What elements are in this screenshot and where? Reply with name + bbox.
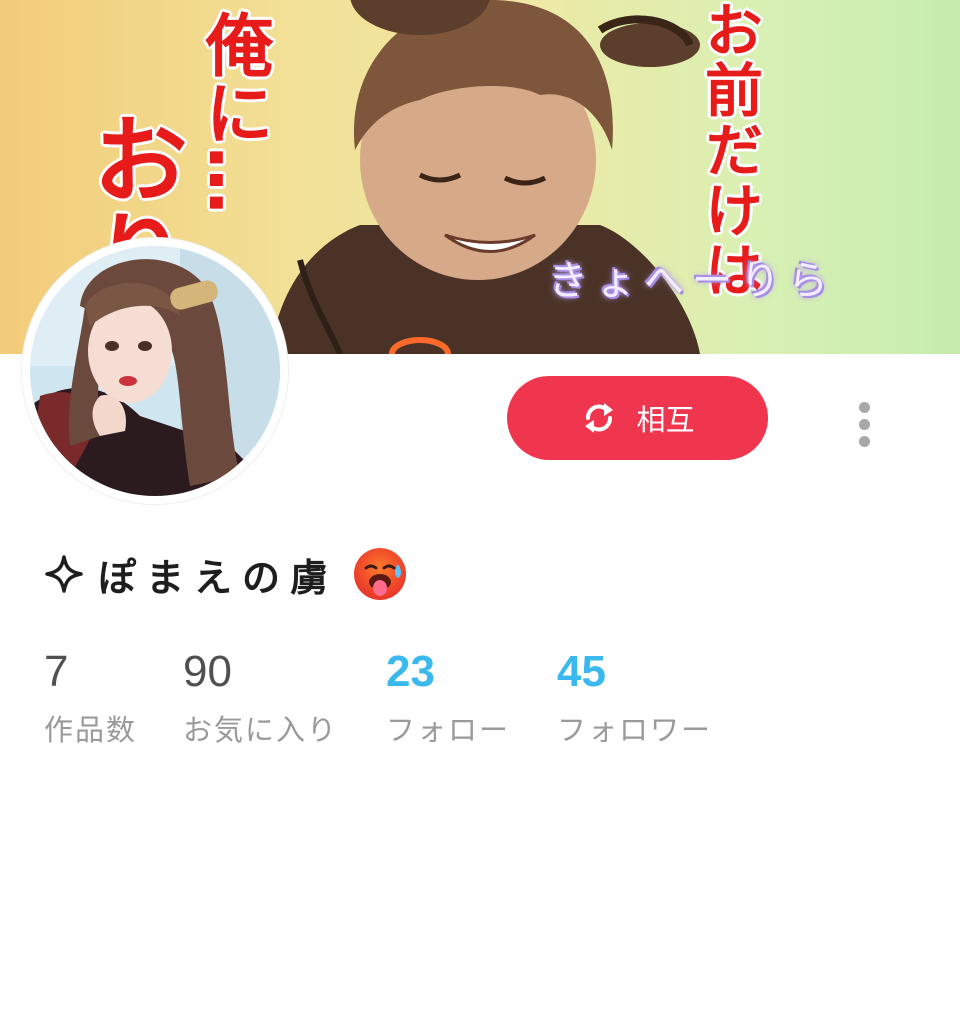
avatar-photo — [30, 246, 280, 496]
stat-favorites[interactable]: 90 お気に入り — [183, 646, 338, 750]
profile-page: お前だけは 俺に… おり きょへーりら 相互 ぽまえの虜 7 作品数 90 お気… — [0, 0, 960, 1032]
stat-favorites-label: お気に入り — [183, 713, 339, 747]
stat-works-value: 7 — [44, 647, 69, 696]
stat-followers-value: 45 — [557, 647, 606, 696]
more-options-button[interactable] — [846, 396, 882, 452]
hot-face-emoji-icon — [354, 548, 407, 600]
banner-caption-left: 俺に… — [193, 10, 272, 214]
stat-following-value: 23 — [386, 647, 435, 696]
vertical-dots-icon — [858, 401, 870, 413]
stat-followers-label: フォロワー — [557, 713, 713, 747]
mutual-follow-label: 相互 — [636, 403, 695, 437]
profile-name: ぽまえの虜 — [98, 555, 339, 600]
profile-name-row: ぽまえの虜 — [44, 544, 408, 604]
stat-followers[interactable]: 45 フォロワー — [557, 646, 712, 750]
avatar[interactable] — [22, 238, 288, 504]
stat-works[interactable]: 7 作品数 — [44, 646, 137, 750]
sparkle-icon — [45, 555, 83, 593]
vertical-dots-icon — [858, 418, 870, 430]
refresh-arrows-icon — [585, 403, 614, 433]
banner-signature: きょへーりら — [548, 258, 836, 304]
stat-favorites-value: 90 — [183, 647, 232, 696]
vertical-dots-icon — [858, 435, 870, 447]
stat-works-label: 作品数 — [44, 713, 138, 747]
stat-following-label: フォロー — [386, 713, 511, 747]
mutual-follow-button[interactable]: 相互 — [507, 376, 768, 460]
stat-following[interactable]: 23 フォロー — [386, 646, 510, 750]
